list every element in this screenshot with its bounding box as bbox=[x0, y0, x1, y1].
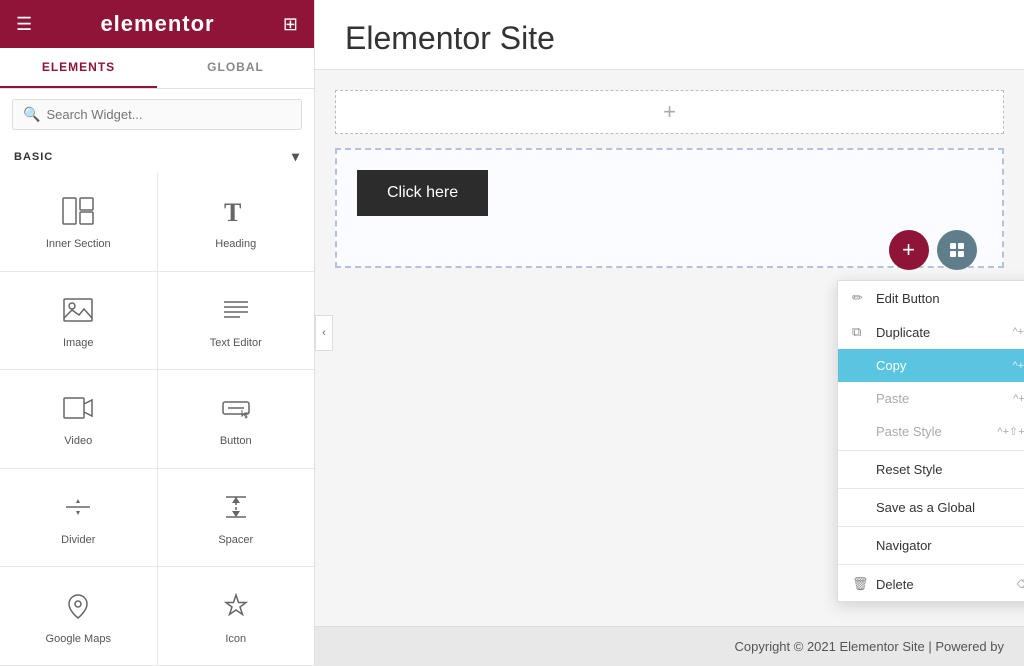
hamburger-icon[interactable]: ☰ bbox=[16, 14, 32, 35]
basic-section-header[interactable]: BASIC ▾ bbox=[0, 140, 314, 173]
context-copy-label: Copy bbox=[876, 358, 906, 373]
sidebar-logo: elementor bbox=[100, 11, 214, 37]
tab-elements[interactable]: ELEMENTS bbox=[0, 48, 157, 88]
context-reset-style-label: Reset Style bbox=[876, 462, 942, 477]
divider-icon bbox=[62, 493, 94, 526]
footer-bar: Copyright © 2021 Elementor Site | Powere… bbox=[315, 626, 1024, 666]
add-widget-button[interactable]: + bbox=[889, 230, 929, 270]
delete-shortcut: ⌫ bbox=[1016, 578, 1024, 591]
search-input[interactable] bbox=[46, 107, 291, 122]
heading-icon: T bbox=[220, 197, 252, 230]
image-icon bbox=[62, 296, 94, 329]
canvas-area: + Click here ✏ Edit Button ⧉ Duplicat bbox=[315, 70, 1024, 288]
page-title: Elementor Site bbox=[345, 20, 994, 57]
context-paste-label: Paste bbox=[876, 391, 909, 406]
divider-2 bbox=[838, 488, 1024, 489]
divider-3 bbox=[838, 526, 1024, 527]
tab-global[interactable]: GLOBAL bbox=[157, 48, 314, 88]
widget-icon-label: Icon bbox=[225, 633, 246, 645]
context-menu-navigator[interactable]: Navigator bbox=[838, 529, 1024, 562]
widget-text-editor[interactable]: Text Editor bbox=[158, 272, 315, 370]
navigator-button[interactable] bbox=[937, 230, 977, 270]
icon-widget-icon bbox=[220, 592, 252, 625]
widget-button-label: Button bbox=[220, 435, 252, 447]
duplicate-shortcut: ^+D bbox=[1012, 326, 1024, 338]
widget-divider-label: Divider bbox=[61, 534, 95, 546]
widget-google-maps[interactable]: Google Maps bbox=[0, 567, 157, 665]
widget-text-editor-label: Text Editor bbox=[210, 337, 262, 349]
widget-image-label: Image bbox=[63, 337, 94, 349]
svg-text:T: T bbox=[224, 198, 241, 225]
inner-section-icon bbox=[62, 197, 94, 230]
widgets-grid: Inner Section T Heading Image bbox=[0, 173, 314, 666]
button-section: Click here ✏ Edit Button ⧉ Duplicate ^ bbox=[335, 148, 1004, 268]
widget-inner-section-label: Inner Section bbox=[46, 238, 111, 250]
widget-video[interactable]: Video bbox=[0, 370, 157, 468]
context-delete-label: Delete bbox=[876, 577, 914, 592]
widget-image[interactable]: Image bbox=[0, 272, 157, 370]
duplicate-icon: ⧉ bbox=[852, 324, 868, 340]
context-menu-paste: Paste ^+V bbox=[838, 382, 1024, 415]
delete-icon: 🗑 bbox=[852, 576, 868, 592]
context-menu-reset-style[interactable]: Reset Style bbox=[838, 453, 1024, 486]
footer-text: Copyright © 2021 Elementor Site | Powere… bbox=[735, 639, 1004, 654]
context-menu-duplicate[interactable]: ⧉ Duplicate ^+D bbox=[838, 315, 1024, 349]
widget-spacer-label: Spacer bbox=[218, 534, 253, 546]
context-menu-save-global[interactable]: Save as a Global bbox=[838, 491, 1024, 524]
google-maps-icon bbox=[62, 592, 94, 625]
widget-icon[interactable]: Icon bbox=[158, 567, 315, 665]
widget-video-label: Video bbox=[64, 435, 92, 447]
text-editor-icon bbox=[220, 296, 252, 329]
context-menu-edit[interactable]: ✏ Edit Button bbox=[838, 281, 1024, 315]
sidebar-tabs: ELEMENTS GLOBAL bbox=[0, 48, 314, 89]
chevron-down-icon: ▾ bbox=[292, 148, 300, 165]
paste-shortcut: ^+V bbox=[1013, 393, 1024, 405]
main-content: Elementor Site + Click here ✏ Edit Butto… bbox=[315, 0, 1024, 666]
context-navigator-label: Navigator bbox=[876, 538, 932, 553]
widget-spacer[interactable]: Spacer bbox=[158, 469, 315, 567]
context-menu-delete[interactable]: 🗑 Delete ⌫ bbox=[838, 567, 1024, 601]
divider-4 bbox=[838, 564, 1024, 565]
widget-heading-label: Heading bbox=[215, 238, 256, 250]
context-menu-copy[interactable]: Copy ^+C bbox=[838, 349, 1024, 382]
sidebar-header: ☰ elementor ⊞ bbox=[0, 0, 314, 48]
divider-1 bbox=[838, 450, 1024, 451]
context-edit-label: Edit Button bbox=[876, 291, 940, 306]
collapse-panel-handle[interactable]: ‹ bbox=[315, 315, 333, 351]
edit-icon: ✏ bbox=[852, 290, 868, 306]
widget-inner-section[interactable]: Inner Section bbox=[0, 173, 157, 271]
context-menu: ✏ Edit Button ⧉ Duplicate ^+D C bbox=[837, 280, 1024, 602]
copy-shortcut: ^+C bbox=[1012, 360, 1024, 372]
button-icon bbox=[220, 394, 252, 427]
context-duplicate-label: Duplicate bbox=[876, 325, 930, 340]
context-menu-paste-style: Paste Style ^+⇧+V bbox=[838, 415, 1024, 448]
widget-button[interactable]: Button bbox=[158, 370, 315, 468]
widget-divider[interactable]: Divider bbox=[0, 469, 157, 567]
sidebar: ☰ elementor ⊞ ELEMENTS GLOBAL 🔍 BASIC ▾ … bbox=[0, 0, 315, 666]
context-paste-style-label: Paste Style bbox=[876, 424, 942, 439]
main-header: Elementor Site bbox=[315, 0, 1024, 70]
video-icon bbox=[62, 394, 94, 427]
search-box: 🔍 bbox=[12, 99, 302, 130]
click-here-button[interactable]: Click here bbox=[357, 170, 488, 216]
widget-google-maps-label: Google Maps bbox=[46, 633, 111, 645]
paste-style-shortcut: ^+⇧+V bbox=[997, 425, 1024, 438]
add-section-bar[interactable]: + bbox=[335, 90, 1004, 134]
grid-icon[interactable]: ⊞ bbox=[283, 14, 298, 35]
add-section-plus-icon: + bbox=[663, 99, 676, 125]
context-save-global-label: Save as a Global bbox=[876, 500, 975, 515]
search-icon: 🔍 bbox=[23, 106, 40, 123]
widget-heading[interactable]: T Heading bbox=[158, 173, 315, 271]
spacer-icon bbox=[220, 493, 252, 526]
basic-label: BASIC bbox=[14, 151, 53, 163]
